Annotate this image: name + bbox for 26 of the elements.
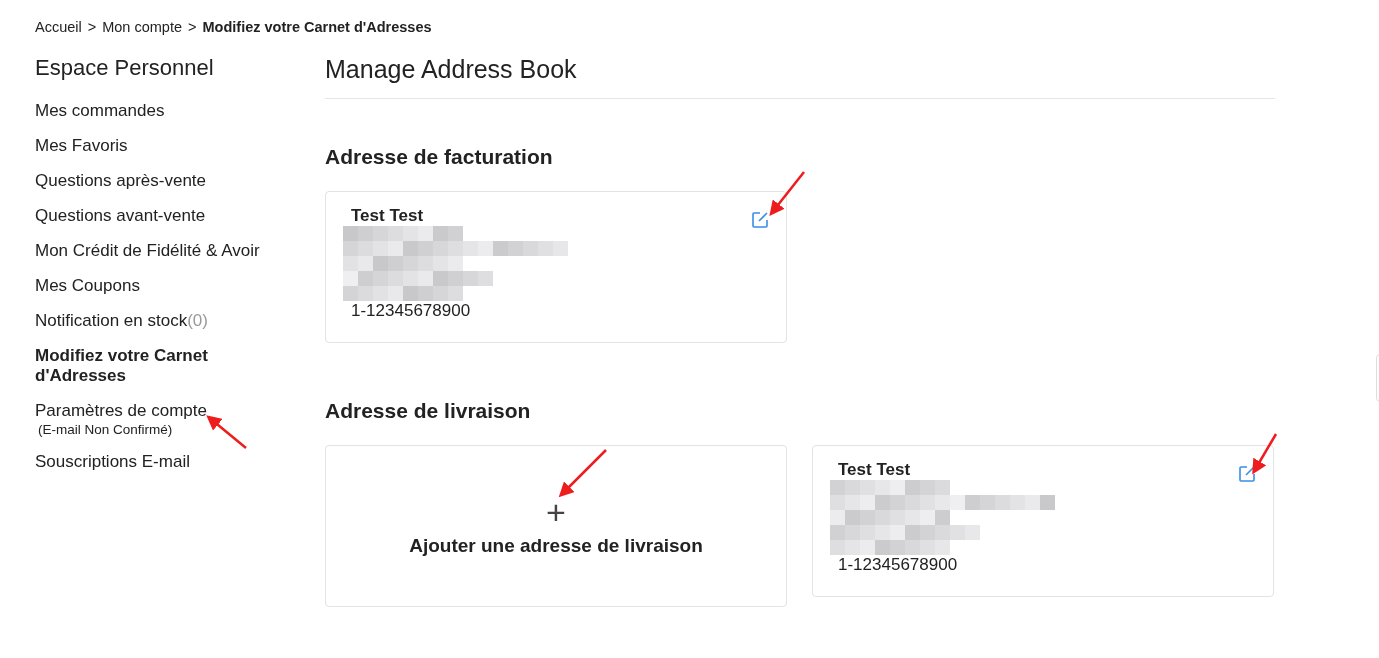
- sidebar-link[interactable]: Mes Favoris: [35, 136, 295, 156]
- sidebar-link[interactable]: Mes Coupons: [35, 276, 295, 296]
- sidebar-link[interactable]: Paramètres de compte: [35, 401, 295, 421]
- breadcrumb-separator: >: [188, 19, 197, 35]
- address-name: Test Test: [838, 460, 912, 480]
- sidebar-link[interactable]: Questions après-vente: [35, 171, 295, 191]
- address-name: Test Test: [351, 206, 425, 226]
- section-heading: Adresse de facturation: [325, 145, 554, 169]
- breadcrumb-link[interactable]: Accueil: [35, 19, 82, 35]
- breadcrumb-separator: >: [87, 19, 97, 35]
- address-phone: 1-12345678900: [351, 301, 472, 321]
- address-phone: 1-12345678900: [838, 555, 959, 575]
- sidebar-note: (E-mail Non Confirmé): [38, 422, 174, 437]
- sidebar-title: Espace Personnel: [35, 55, 215, 81]
- sidebar-link[interactable]: Notification en stock(0): [35, 311, 295, 331]
- sidebar-link[interactable]: Souscriptions E-mail: [35, 452, 295, 472]
- breadcrumb-link[interactable]: Mon compte: [102, 19, 182, 35]
- section-heading: Adresse de livraison: [325, 399, 532, 423]
- sidebar-link[interactable]: Modifiez votre Carnet d'Adresses: [35, 346, 235, 386]
- sidebar-link[interactable]: Questions avant-vente: [35, 206, 295, 226]
- add-address-button[interactable]: + Ajouter une adresse de livraison: [325, 445, 787, 607]
- sidebar-link[interactable]: Mon Crédit de Fidélité & Avoir: [35, 241, 295, 261]
- page-title: Manage Address Book: [325, 55, 1275, 99]
- sidebar-link[interactable]: Mes commandes: [35, 101, 295, 121]
- edit-icon[interactable]: [751, 211, 769, 229]
- edit-icon[interactable]: [1238, 465, 1256, 483]
